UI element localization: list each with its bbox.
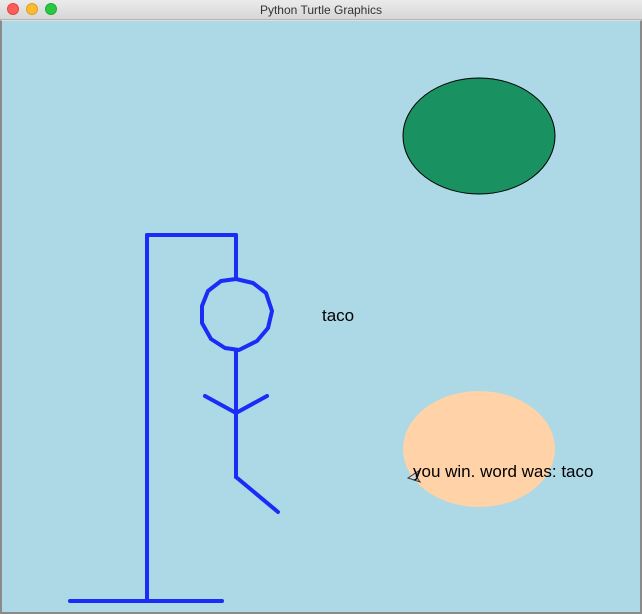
hangman-head bbox=[200, 277, 274, 352]
hangman-right-leg bbox=[234, 475, 280, 514]
result-message: you win. word was: taco bbox=[413, 462, 594, 481]
title-bar: Python Turtle Graphics bbox=[0, 0, 642, 20]
peach-circle bbox=[403, 391, 555, 507]
hangman-left-arm bbox=[203, 394, 238, 415]
green-circle bbox=[402, 77, 556, 195]
word-label: taco bbox=[322, 306, 355, 325]
turtle-canvas[interactable]: taco you win. word was: taco bbox=[0, 20, 642, 614]
turtle-window: Python Turtle Graphics taco you win. wor… bbox=[0, 0, 642, 614]
hangman-right-arm bbox=[234, 394, 269, 415]
drawing-surface bbox=[68, 77, 556, 603]
window-title: Python Turtle Graphics bbox=[259, 3, 383, 17]
